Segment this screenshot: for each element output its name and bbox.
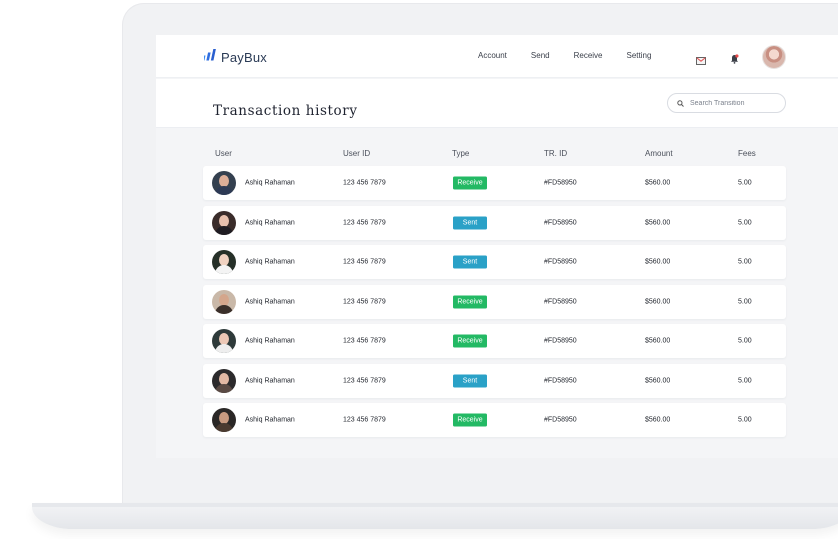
fees: 5.00 [738,179,752,187]
nav-item-send[interactable]: Send [531,51,550,60]
type-badge-label: Receive [453,334,487,348]
fees: 5.00 [738,219,752,226]
column-header-tr-id: TR. ID [544,149,568,158]
page-title: Transaction history [213,103,358,119]
fees: 5.00 [738,298,752,305]
user-id: 123 456 7879 [343,179,386,187]
transaction-id: #FD58950 [544,416,577,424]
type-badge-label: Receive [453,295,487,308]
user-name: Ashiq Rahaman [245,337,295,345]
table-row[interactable]: Ashiq Rahaman 123 456 7879 Sent #FD58950… [203,205,786,240]
type-badge-label: Sent [453,374,487,387]
top-navbar: PayBux Account Send Receive Setting [156,35,838,78]
brand-logo[interactable]: PayBux [201,48,268,66]
transaction-id: #FD58950 [544,298,577,305]
user-avatar[interactable] [762,45,786,69]
user-avatar [212,289,236,314]
user-name: Ashiq Rahaman [245,219,295,226]
table-row[interactable]: Ashiq Rahaman 123 456 7879 Sent #FD58950… [203,245,786,279]
column-header-type: Type [452,149,470,158]
bar-chart-logo-icon [201,48,217,66]
brand-name: PayBux [221,49,268,65]
transaction-id: #FD58950 [544,258,577,266]
user-avatar [212,408,236,432]
column-header-fees: Fees [738,149,756,158]
amount: $560.00 [645,298,671,305]
table-row[interactable]: Ashiq Rahaman 123 456 7879 Receive #FD58… [203,166,786,200]
type-badge: Sent [453,216,487,229]
user-avatar [212,368,236,393]
type-badge: Receive [453,334,487,348]
column-header-user: User [215,149,232,158]
laptop-hinge [32,503,838,507]
fees: 5.00 [738,416,752,424]
user-name: Ashiq Rahaman [245,298,295,305]
fees: 5.00 [738,337,752,345]
user-name: Ashiq Rahaman [245,416,295,424]
type-badge: Receive [453,295,487,308]
nav-item-receive[interactable]: Receive [574,51,603,60]
column-header-amount: Amount [645,149,673,158]
table-row[interactable]: Ashiq Rahaman 123 456 7879 Sent #FD58950… [203,363,786,398]
type-badge-label: Receive [453,413,487,427]
user-id: 123 456 7879 [343,258,386,266]
nav-item-account[interactable]: Account [478,51,507,60]
nav-item-setting[interactable]: Setting [627,51,652,60]
transaction-id: #FD58950 [544,377,577,384]
table-row[interactable]: Ashiq Rahaman 123 456 7879 Receive #FD58… [203,324,786,358]
bell-icon[interactable] [730,51,739,69]
type-badge-label: Sent [453,216,487,229]
user-avatar [212,171,236,195]
search-input[interactable] [690,99,780,107]
table-row[interactable]: Ashiq Rahaman 123 456 7879 Receive #FD58… [203,403,786,437]
user-avatar [212,250,236,274]
type-badge: Receive [453,413,487,427]
type-badge-label: Receive [453,176,487,190]
user-id: 123 456 7879 [343,298,386,305]
fees: 5.00 [738,258,752,266]
type-badge: Receive [453,176,487,190]
user-avatar [212,329,236,353]
amount: $560.00 [645,337,671,345]
user-id: 123 456 7879 [343,377,386,384]
transaction-id: #FD58950 [544,219,577,226]
amount: $560.00 [645,258,671,266]
table-header: User User ID Type TR. ID Amount Fees [203,149,786,161]
amount: $560.00 [645,416,671,424]
type-badge-label: Sent [453,255,487,269]
user-id: 123 456 7879 [343,416,386,424]
user-name: Ashiq Rahaman [245,258,295,266]
type-badge: Sent [453,255,487,269]
type-badge: Sent [453,374,487,387]
amount: $560.00 [645,179,671,187]
user-name: Ashiq Rahaman [245,179,295,187]
column-header-user-id: User ID [343,149,371,158]
user-id: 123 456 7879 [343,337,386,345]
transaction-id: #FD58950 [544,179,577,187]
user-id: 123 456 7879 [343,219,386,226]
app-screen: PayBux Account Send Receive Setting Tran… [156,35,838,458]
amount: $560.00 [645,377,671,384]
mail-icon[interactable] [696,52,706,70]
amount: $560.00 [645,219,671,226]
transaction-id: #FD58950 [544,337,577,345]
fees: 5.00 [738,377,752,384]
user-name: Ashiq Rahaman [245,377,295,384]
table-row[interactable]: Ashiq Rahaman 123 456 7879 Receive #FD58… [203,284,786,319]
page-header: Transaction history [156,79,838,128]
user-avatar [212,210,236,235]
main-nav: Account Send Receive Setting [478,51,675,60]
transaction-list: Ashiq Rahaman 123 456 7879 Receive #FD58… [203,166,786,443]
search-icon [677,94,684,112]
search-box[interactable] [667,93,786,113]
